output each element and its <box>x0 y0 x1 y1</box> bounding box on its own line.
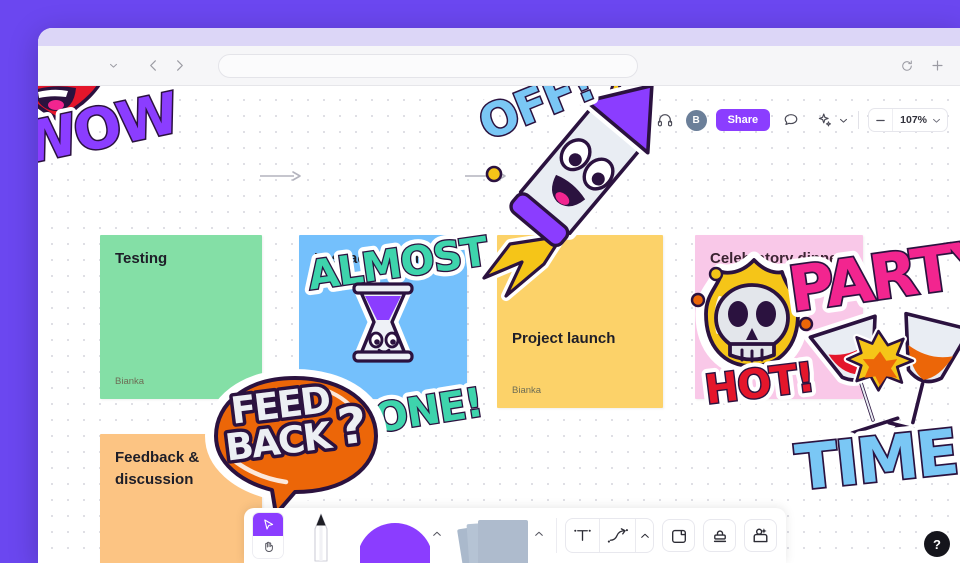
address-bar[interactable] <box>218 54 638 78</box>
chevron-up-icon[interactable] <box>534 529 544 539</box>
sticker-off-rocket[interactable]: OFF! OFF! OFF! <box>466 86 676 306</box>
sticky-note-title: Testing <box>115 248 248 270</box>
comment-bubble-icon[interactable] <box>779 108 803 132</box>
sticky-notes-icon <box>448 515 532 563</box>
sticky-note-title: Project launch <box>512 328 649 350</box>
forward-arrow-icon[interactable] <box>166 53 192 79</box>
app-toolbar: B Share <box>653 106 948 134</box>
headphones-icon[interactable] <box>653 108 677 132</box>
ai-tools-group[interactable] <box>812 108 849 132</box>
connector-arrow-icon[interactable] <box>599 519 635 552</box>
zoom-control: 107% <box>868 108 948 132</box>
zoom-out-button[interactable] <box>869 109 893 131</box>
sticky-note-author: Bianka <box>115 376 144 387</box>
help-label: ? <box>933 537 941 552</box>
hand-icon[interactable] <box>253 536 283 559</box>
frame-tool[interactable] <box>662 519 695 552</box>
sticker-party-time[interactable]: PARTY PARTY PARTY <box>778 250 960 510</box>
avatar[interactable]: B <box>686 110 707 131</box>
svg-text:TIME: TIME <box>792 415 960 504</box>
avatar-initial: B <box>692 115 699 126</box>
media-sticker-icon <box>751 526 770 545</box>
frame-icon <box>670 527 688 545</box>
chevron-up-icon[interactable] <box>635 519 653 552</box>
toolbar-separator <box>556 518 557 553</box>
browser-nav-bar <box>38 46 960 86</box>
help-button[interactable]: ? <box>924 531 950 557</box>
chevron-up-icon[interactable] <box>432 529 442 539</box>
chevron-down-icon[interactable] <box>100 53 126 79</box>
sticker-feedback[interactable]: FEED BACK ? <box>200 366 390 526</box>
pen-tool[interactable] <box>284 508 358 563</box>
sparkle-icon[interactable] <box>812 108 836 132</box>
whiteboard-canvas[interactable]: B Share <box>38 86 960 563</box>
toolbar-divider <box>858 111 859 129</box>
media-sticker-tool[interactable] <box>744 519 777 552</box>
sticker-hourglass-character[interactable] <box>346 282 420 378</box>
zoom-level-label[interactable]: 107% <box>893 114 932 126</box>
reload-icon[interactable] <box>894 53 920 79</box>
browser-tab-strip[interactable] <box>38 28 960 46</box>
text-connector-group <box>565 518 654 553</box>
sticky-notes-tool[interactable] <box>444 508 548 563</box>
cursor-arrow-icon[interactable] <box>253 513 283 536</box>
chevron-down-icon[interactable] <box>932 116 947 125</box>
new-tab-button[interactable] <box>924 53 950 79</box>
stamp-tool[interactable] <box>703 519 736 552</box>
sticker-wow[interactable]: WOW WOW WOW <box>38 86 174 212</box>
bottom-toolbar <box>244 508 786 563</box>
text-tool-icon[interactable] <box>566 519 599 552</box>
mode-switch <box>252 512 284 559</box>
back-arrow-icon[interactable] <box>140 53 166 79</box>
shape-tool[interactable] <box>358 508 444 563</box>
pen-icon <box>307 511 335 563</box>
stamp-icon <box>711 527 729 545</box>
sticky-note-author: Bianka <box>512 385 541 396</box>
shape-circle-icon <box>360 517 430 563</box>
browser-window: B Share <box>38 28 960 563</box>
nav-right-group <box>894 53 960 79</box>
share-button[interactable]: Share <box>716 109 771 131</box>
chevron-down-icon[interactable] <box>837 108 849 132</box>
connector-testing-to-last[interactable] <box>260 168 306 184</box>
